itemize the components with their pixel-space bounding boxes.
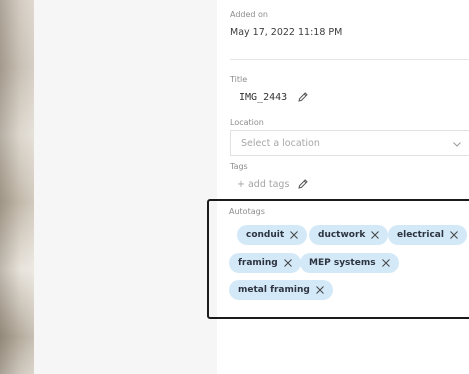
added-on-label: Added on	[230, 10, 268, 19]
autotag-chip-conduit[interactable]: conduit	[237, 225, 308, 245]
autotag-chip-framing[interactable]: framing	[229, 253, 301, 273]
autotag-label: conduit	[246, 230, 285, 240]
divider	[230, 59, 469, 60]
chevron-down-icon	[453, 142, 461, 147]
photo-preview	[0, 0, 34, 374]
tags-label: Tags	[230, 162, 248, 171]
autotag-chip-mep-systems[interactable]: MEP systems	[300, 253, 399, 273]
location-placeholder: Select a location	[241, 137, 320, 149]
add-tags-button[interactable]: + add tags	[237, 178, 309, 190]
pencil-icon[interactable]	[297, 91, 309, 103]
autotag-label: framing	[238, 258, 278, 268]
added-on-value: May 17, 2022 11:18 PM	[230, 27, 343, 38]
photo-shading	[0, 0, 34, 374]
autotag-label: electrical	[397, 230, 444, 240]
close-icon[interactable]	[315, 285, 325, 295]
autotag-label: MEP systems	[309, 258, 376, 268]
autotags-label: Autotags	[229, 207, 265, 216]
pencil-icon[interactable]	[297, 178, 309, 190]
close-icon[interactable]	[283, 258, 293, 268]
close-icon[interactable]	[289, 230, 299, 240]
title-row: IMG_2443	[239, 91, 309, 103]
add-tags-label: + add tags	[237, 178, 290, 190]
autotag-label: metal framing	[238, 285, 310, 295]
autotag-chip-ductwork[interactable]: ductwork	[309, 225, 389, 245]
title-value: IMG_2443	[239, 91, 288, 103]
close-icon[interactable]	[449, 230, 459, 240]
location-select[interactable]: Select a location	[230, 130, 469, 156]
location-label: Location	[230, 118, 264, 127]
close-icon[interactable]	[370, 230, 380, 240]
title-label: Title	[230, 75, 248, 84]
autotag-chip-electrical[interactable]: electrical	[388, 225, 467, 245]
autotag-label: ductwork	[318, 230, 366, 240]
autotag-chip-metal-framing[interactable]: metal framing	[229, 280, 333, 300]
close-icon[interactable]	[381, 258, 391, 268]
